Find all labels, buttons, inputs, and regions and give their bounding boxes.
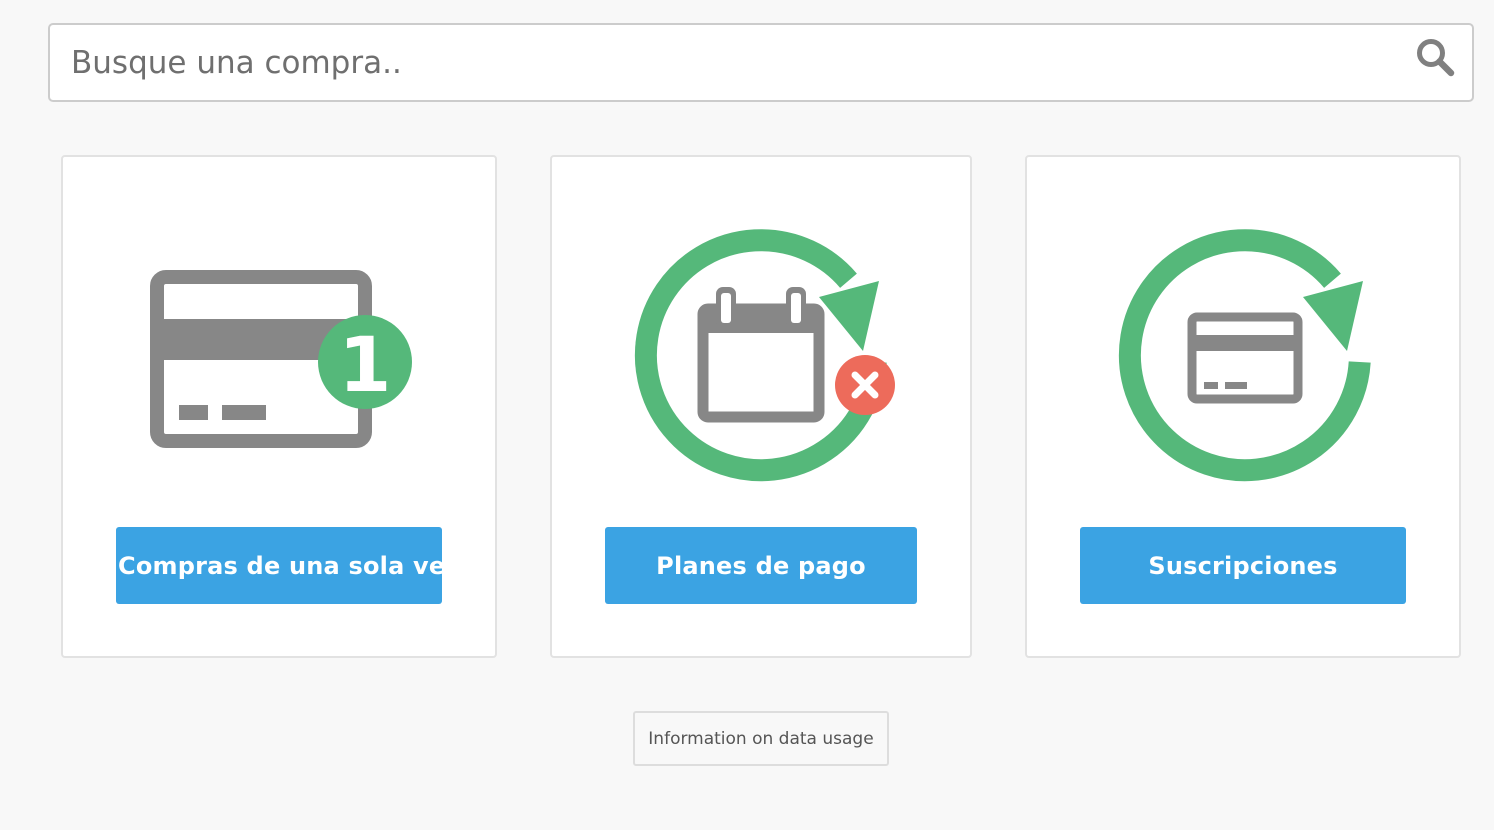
subscription-icon — [1118, 229, 1371, 482]
search-bar — [48, 23, 1474, 102]
data-usage-info-button[interactable]: Information on data usage — [633, 711, 889, 766]
card-payment-plans: Planes de pago — [550, 155, 972, 658]
payment-plan-icon — [634, 229, 895, 482]
badge-number: 1 — [339, 320, 392, 409]
search-icon[interactable] — [1414, 36, 1458, 80]
one-time-purchases-button[interactable]: Compras de una sola vez — [116, 527, 442, 604]
search-input[interactable] — [50, 25, 1390, 100]
payment-plans-button[interactable]: Planes de pago — [605, 527, 917, 604]
credit-card-one-icon: 1 — [150, 270, 412, 448]
card-one-time-purchases: 1 Compras de una sola vez — [61, 155, 497, 658]
card-subscriptions: Suscripciones — [1025, 155, 1461, 658]
subscriptions-button[interactable]: Suscripciones — [1080, 527, 1406, 604]
